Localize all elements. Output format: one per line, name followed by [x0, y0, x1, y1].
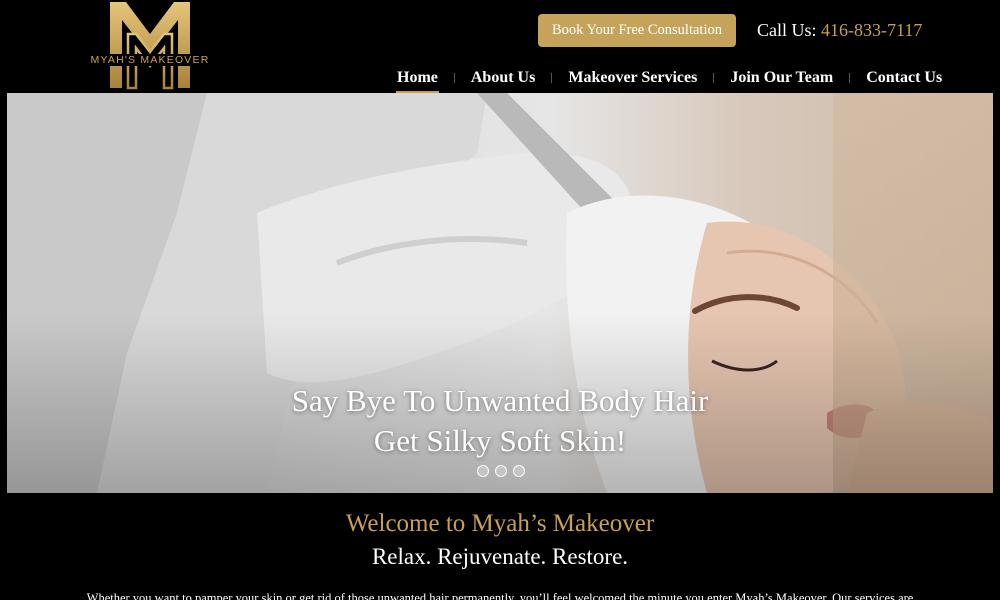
book-consultation-button[interactable]: Book Your Free Consultation [538, 14, 736, 47]
phone-label: Call Us: [757, 20, 817, 40]
nav-contact-us[interactable]: Contact Us [860, 69, 948, 87]
main-nav: Home About Us Makeover Services Join Our… [391, 66, 948, 93]
nav-about-us[interactable]: About Us [465, 69, 541, 87]
hero-subheadline: Get Silky Soft Skin! [373, 423, 627, 458]
welcome-title: Welcome to Myah’s Makeover [345, 510, 655, 537]
logo-mark-icon [110, 2, 190, 90]
welcome-body: Whether you want to pamper your skin or … [86, 591, 914, 600]
nav-divider [713, 73, 715, 83]
slider-pagination [477, 465, 525, 477]
welcome-tagline: Relax. Rejuvenate. Restore. [371, 544, 629, 569]
hero-slider[interactable]: Say Bye To Unwanted Body Hair Get Silky … [7, 93, 993, 493]
nav-divider [849, 73, 851, 83]
slide-dot-3[interactable] [513, 465, 525, 477]
nav-join-our-team[interactable]: Join Our Team [724, 69, 839, 87]
nav-home[interactable]: Home [391, 69, 444, 93]
nav-divider [453, 73, 455, 83]
phone-number-link[interactable]: 416-833-7117 [821, 20, 922, 40]
slide-dot-2[interactable] [495, 465, 507, 477]
nav-divider [551, 73, 553, 83]
welcome-section: Welcome to Myah’s Makeover Relax. Rejuve… [0, 493, 1000, 600]
site-header: MYAH'S MAKEOVER Book Your Free Consultat… [0, 0, 1000, 93]
phone-contact: Call Us: 416-833-7117 [757, 20, 922, 41]
nav-makeover-services[interactable]: Makeover Services [562, 69, 703, 87]
logo[interactable]: MYAH'S MAKEOVER [80, 0, 220, 92]
slide-dot-1[interactable] [477, 465, 489, 477]
hero-caption: Say Bye To Unwanted Body Hair Get Silky … [7, 381, 993, 461]
logo-wordmark: MYAH'S MAKEOVER [80, 54, 220, 66]
hero-headline: Say Bye To Unwanted Body Hair [291, 383, 709, 418]
